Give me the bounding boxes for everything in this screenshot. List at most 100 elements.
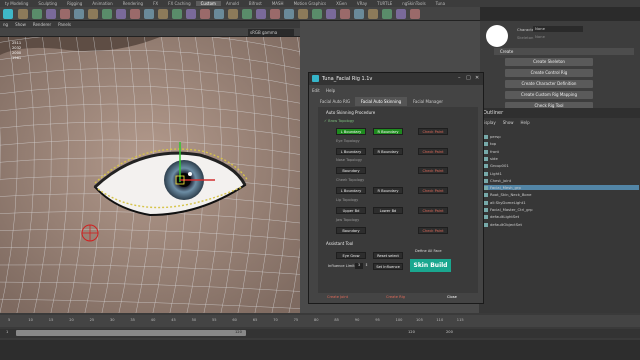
command-line[interactable]: [0, 340, 640, 360]
menu-show[interactable]: Show: [15, 22, 26, 27]
shelf-tab[interactable]: Animation: [87, 1, 117, 6]
close-icon[interactable]: ✕: [475, 75, 479, 81]
brow-r-boundary-button[interactable]: R Boundary: [373, 128, 403, 135]
outliner-menu-help[interactable]: Help: [521, 120, 530, 125]
jaw-check-paint-button[interactable]: Check Paint: [418, 227, 448, 234]
shelf-tab[interactable]: Custom: [195, 1, 221, 6]
create-custom-rig-mapping-button[interactable]: Create Custom Rig Mapping: [505, 91, 593, 99]
close-button[interactable]: Close: [447, 295, 457, 299]
minimize-icon[interactable]: –: [458, 75, 461, 81]
lip-upper-bd-button[interactable]: Upper Bd: [336, 207, 366, 214]
playback-end[interactable]: 120: [408, 330, 415, 334]
shelf-tab[interactable]: XGen: [331, 1, 352, 6]
outliner-item[interactable]: Facial_Mesh_grp: [479, 185, 639, 191]
outliner-item[interactable]: defaultLightSet: [484, 214, 519, 220]
skin-build-button[interactable]: Skin Build: [410, 259, 451, 272]
shelf-tool-icon[interactable]: [74, 9, 84, 19]
cheek-r-boundary-button[interactable]: R Boundary: [373, 187, 403, 194]
shelf-tool-icon[interactable]: [130, 9, 140, 19]
range-handle[interactable]: [16, 330, 246, 336]
shelf-tool-icon[interactable]: [270, 9, 280, 19]
shelf-tool-icon[interactable]: [340, 9, 350, 19]
define-all-face-label[interactable]: Define All Face: [415, 249, 442, 253]
shelf-tab[interactable]: ngSkinTools: [397, 1, 430, 6]
shelf-tool-icon[interactable]: [228, 9, 238, 19]
eye-grow-button[interactable]: Eye Grow: [336, 252, 366, 259]
nose-check-paint-button[interactable]: Check Paint: [418, 167, 448, 174]
set-influence-button[interactable]: Set Influence: [373, 263, 403, 270]
tuna-logo-icon[interactable]: [3, 9, 13, 19]
shelf-tool-icon[interactable]: [298, 9, 308, 19]
create-rig-button[interactable]: Create Rig: [386, 295, 405, 299]
shelf-tool-icon[interactable]: [312, 9, 322, 19]
outliner-item[interactable]: Group001: [484, 163, 509, 169]
tab-facial-auto-skinning[interactable]: Facial Auto Skinning: [355, 97, 407, 106]
shelf-tool-icon[interactable]: [116, 9, 126, 19]
outliner-item[interactable]: defaultObjectSet: [484, 222, 522, 227]
nose-boundary-button[interactable]: Boundary: [336, 167, 366, 174]
shelf-tool-icon[interactable]: [32, 9, 42, 19]
shelf-tool-icon[interactable]: [410, 9, 420, 19]
shelf-tab[interactable]: Rendering: [118, 1, 148, 6]
shelf-tab[interactable]: ty Modeling: [0, 1, 33, 6]
influence-stepper-icon[interactable]: ⇕: [365, 263, 368, 267]
eye-r-boundary-button[interactable]: R Boundary: [373, 148, 403, 155]
outliner-item[interactable]: side: [484, 156, 498, 161]
outliner-item[interactable]: Root_Skin_Neck_Bone: [484, 192, 532, 198]
viewport-menu-prefix[interactable]: ng: [3, 22, 8, 27]
eye-check-paint-button[interactable]: Check Paint: [418, 148, 448, 155]
shelf-tab[interactable]: Sculpting: [33, 1, 62, 6]
shelf-tool-icon[interactable]: [186, 9, 196, 19]
shelf-tool-icon[interactable]: [172, 9, 182, 19]
shelf-tool-icon[interactable]: [144, 9, 154, 19]
shelf-tool-icon[interactable]: [326, 9, 336, 19]
jaw-boundary-button[interactable]: Boundary: [336, 227, 366, 234]
maximize-icon[interactable]: □: [466, 75, 471, 81]
shelf-tool-icon[interactable]: [396, 9, 406, 19]
reset-select-button[interactable]: Reset select: [373, 252, 403, 259]
shelf-tab[interactable]: FX: [148, 1, 163, 6]
lip-lower-bd-button[interactable]: Lower Bd: [373, 207, 403, 214]
brow-topology-label[interactable]: ✓ Brow Topology: [324, 119, 354, 123]
lip-check-paint-button[interactable]: Check Paint: [418, 207, 448, 214]
menu-renderer[interactable]: Renderer: [33, 22, 51, 27]
outliner-item[interactable]: persp: [484, 134, 501, 139]
outliner-menu-show[interactable]: Show: [503, 120, 514, 125]
shelf-tool-icon[interactable]: [102, 9, 112, 19]
shelf-tool-icon[interactable]: [242, 9, 252, 19]
shelf-tool-icon[interactable]: [368, 9, 378, 19]
outliner-item[interactable]: top: [484, 141, 496, 147]
shelf-tool-icon[interactable]: [60, 9, 70, 19]
shelf-tool-icon[interactable]: [382, 9, 392, 19]
tab-facial-manager[interactable]: Facial Manager: [407, 98, 449, 106]
create-section[interactable]: Create: [494, 48, 634, 55]
outliner-item[interactable]: front: [484, 149, 499, 154]
animation-end[interactable]: 200: [446, 330, 453, 334]
shelf-tab[interactable]: Bifrost: [244, 1, 267, 6]
cheek-l-boundary-button[interactable]: L Boundary: [336, 187, 366, 194]
gamma-dropdown[interactable]: sRGB gamma: [248, 29, 294, 36]
create-character-definition-button[interactable]: Create Character Definition: [505, 80, 593, 88]
tab-facial-auto-rig[interactable]: Facial Auto RIG: [315, 98, 355, 106]
cheek-check-paint-button[interactable]: Check Paint: [418, 187, 448, 194]
brow-check-paint-button[interactable]: Check Paint: [418, 128, 448, 135]
menu-panels[interactable]: Panels: [58, 22, 71, 27]
shelf-tab[interactable]: Tuna: [431, 1, 450, 6]
create-skeleton-button[interactable]: Create Skeleton: [505, 58, 593, 66]
outliner-item[interactable]: Light1: [484, 171, 502, 176]
tuna-menu-edit[interactable]: Edit: [312, 88, 320, 93]
shelf-tool-icon[interactable]: [18, 9, 28, 19]
shelf-tab[interactable]: FX Caching: [163, 1, 195, 6]
outliner-item[interactable]: all:SkyDomeLight1: [484, 200, 526, 205]
outliner-item[interactable]: Chest_joint: [484, 178, 511, 183]
shelf-tool-icon[interactable]: [256, 9, 266, 19]
shelf-tab[interactable]: Arnold: [221, 1, 244, 6]
outliner-item[interactable]: Facial_Master_Ctrl_grp: [484, 207, 533, 212]
shelf-tool-icon[interactable]: [214, 9, 224, 19]
create-control-rig-button[interactable]: Create Control Rig: [505, 69, 593, 77]
range-start[interactable]: 1: [6, 330, 8, 334]
shelf-tool-icon[interactable]: [46, 9, 56, 19]
skeleton-dropdown[interactable]: None: [533, 34, 563, 40]
shelf-tool-icon[interactable]: [354, 9, 364, 19]
eye-l-boundary-button[interactable]: L Boundary: [336, 148, 366, 155]
